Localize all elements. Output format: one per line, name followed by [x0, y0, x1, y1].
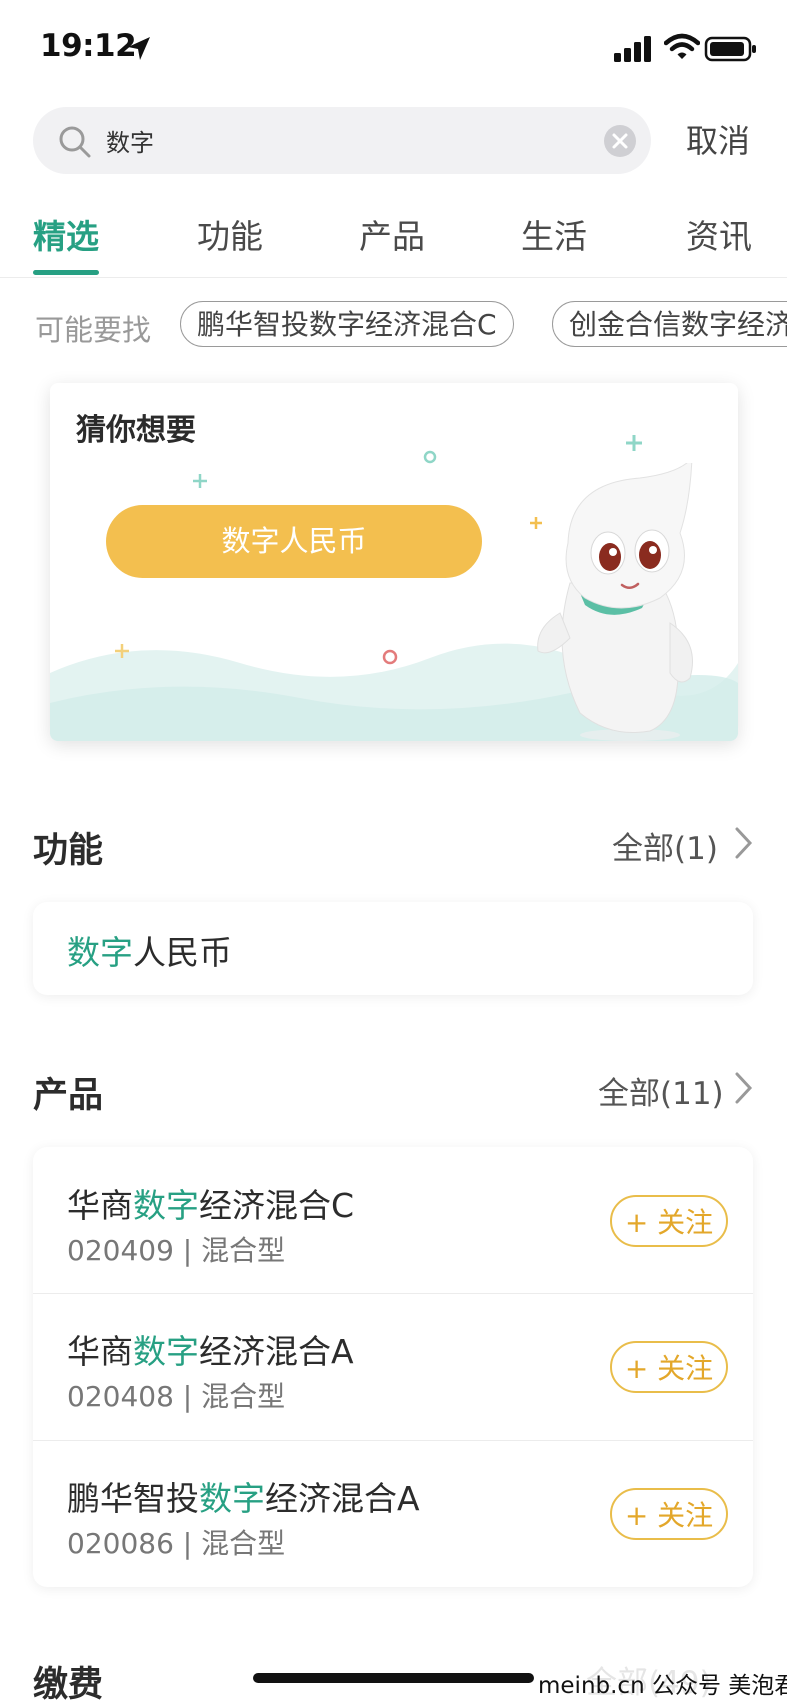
product-code-type: 020086 | 混合型	[67, 1527, 286, 1560]
suggestion-chip[interactable]: 鹏华智投数字经济混合C	[180, 301, 514, 347]
follow-button[interactable]: + 关注	[610, 1341, 728, 1393]
product-name: 华商数字经济混合C	[67, 1186, 355, 1225]
product-row[interactable]: 华商数字经济混合C 020409 | 混合型 + 关注	[33, 1147, 753, 1294]
battery-icon	[704, 36, 756, 62]
product-row[interactable]: 华商数字经济混合A 020408 | 混合型 + 关注	[33, 1294, 753, 1441]
mascot-illustration	[537, 463, 693, 741]
suggestion-label: 可能要找	[35, 313, 152, 347]
product-code-type: 020408 | 混合型	[67, 1380, 286, 1413]
products-section-title: 产品	[33, 1076, 104, 1116]
guess-card: 猜你想要 数字人民币	[50, 383, 738, 741]
follow-button[interactable]: + 关注	[610, 1195, 728, 1247]
circle-decoration-icon	[382, 649, 398, 665]
function-item-card[interactable]: 数字人民币	[33, 902, 753, 995]
status-time: 19:12	[40, 28, 137, 64]
follow-button[interactable]: + 关注	[610, 1488, 728, 1540]
plus-decoration-icon	[626, 435, 642, 451]
tab-featured[interactable]: 精选	[33, 210, 99, 258]
clear-icon[interactable]	[603, 124, 637, 158]
products-view-all-link[interactable]: 全部(11)	[598, 1068, 724, 1113]
suggestion-chip[interactable]: 创金合信数字经济	[552, 301, 787, 347]
product-list-card: 华商数字经济混合C 020409 | 混合型 + 关注 华商数字经济混合A 02…	[33, 1147, 753, 1587]
chevron-right-icon	[735, 1072, 753, 1104]
guess-title: 猜你想要	[76, 413, 196, 448]
watermark-text: meinb.cn 公众号 美泡君	[536, 1666, 787, 1700]
home-indicator	[253, 1673, 534, 1683]
product-row[interactable]: 鹏华智投数字经济混合A 020086 | 混合型 + 关注	[33, 1441, 753, 1588]
functions-view-all-link[interactable]: 全部(1)	[612, 823, 718, 868]
plus-decoration-icon	[193, 474, 207, 488]
tab-life[interactable]: 生活	[521, 210, 587, 258]
product-name: 华商数字经济混合A	[67, 1332, 354, 1371]
function-item-label: 数字人民币	[67, 926, 232, 974]
function-item-text: 人民币	[133, 933, 232, 972]
payment-section-title: 缴费	[33, 1665, 104, 1705]
plus-decoration-icon	[115, 644, 129, 658]
tab-news[interactable]: 资讯	[686, 210, 752, 258]
product-code-type: 020409 | 混合型	[67, 1234, 286, 1267]
cellular-signal-icon	[614, 36, 651, 62]
digital-rmb-button[interactable]: 数字人民币	[106, 505, 482, 578]
tab-active-indicator	[33, 270, 99, 275]
product-name: 鹏华智投数字经济混合A	[67, 1479, 420, 1518]
search-input[interactable]	[106, 120, 526, 160]
search-icon	[59, 126, 91, 158]
tab-products[interactable]: 产品	[359, 210, 425, 258]
chevron-right-icon	[735, 827, 753, 859]
cancel-button[interactable]: 取消	[686, 116, 750, 162]
functions-section-title: 功能	[33, 831, 104, 871]
circle-decoration-icon	[423, 450, 437, 464]
keyword-highlight: 数字	[67, 933, 133, 972]
divider	[0, 277, 787, 278]
location-arrow-icon	[128, 37, 150, 60]
wifi-icon	[664, 33, 700, 59]
tab-functions[interactable]: 功能	[197, 210, 263, 258]
